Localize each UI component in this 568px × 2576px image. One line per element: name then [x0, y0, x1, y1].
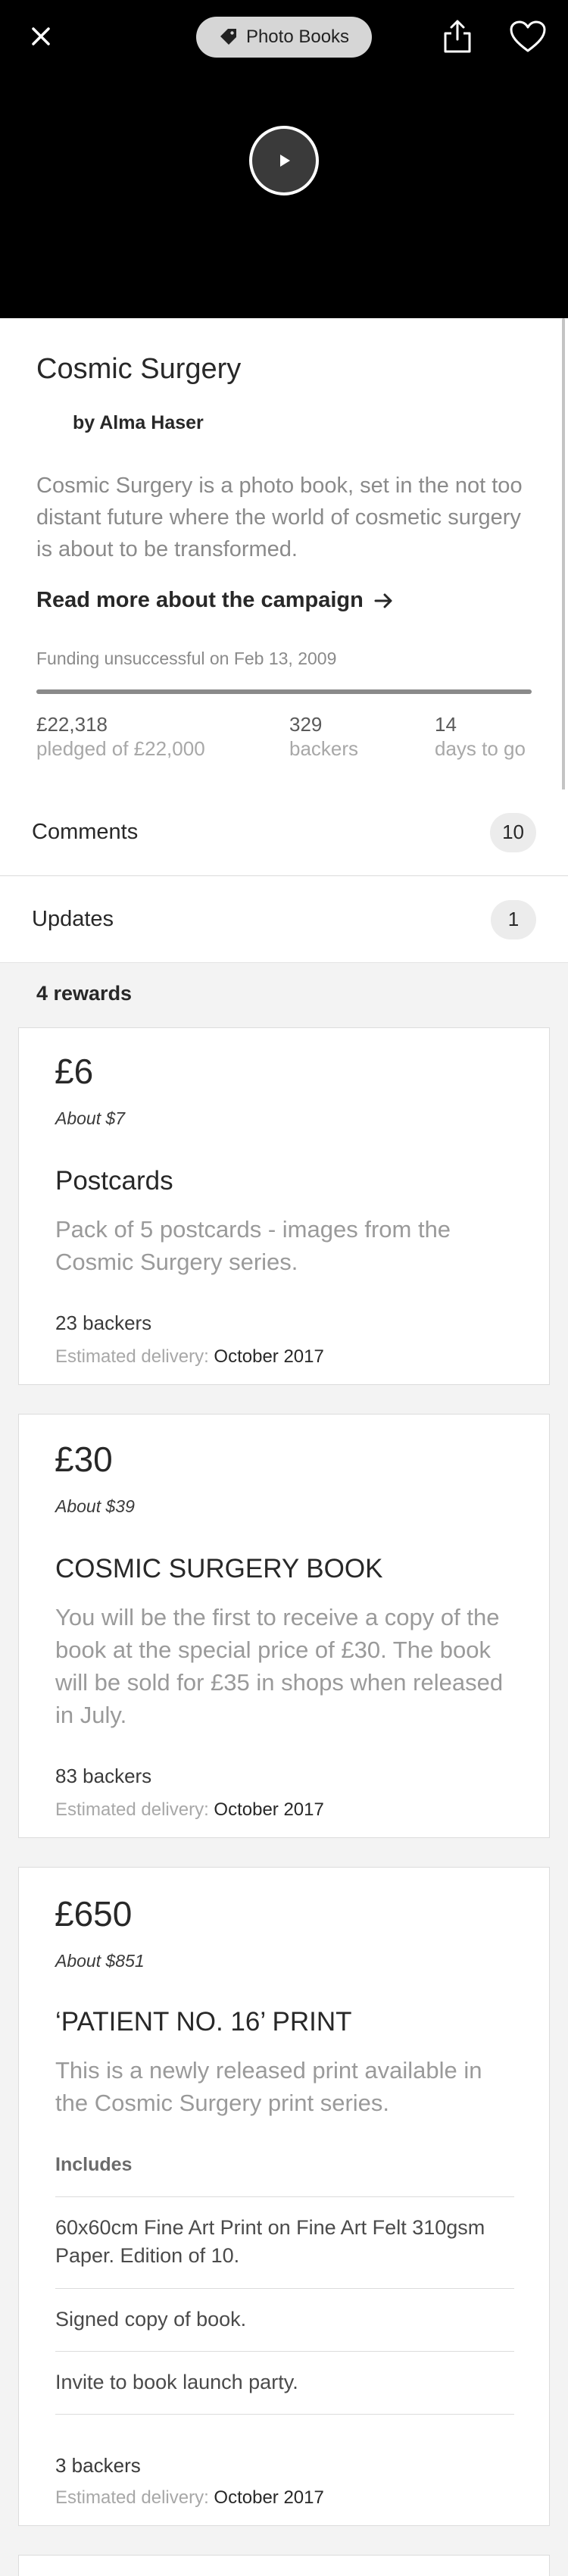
stat-days: 14 days to go	[435, 712, 526, 761]
reward-amount: £30	[55, 1440, 113, 1479]
read-more-label: Read more about the campaign	[36, 588, 364, 612]
reward-converted-amount: About $851	[55, 1951, 145, 1971]
reward-delivery: Estimated delivery: October 2017	[55, 2487, 324, 2509]
progress-fill	[36, 689, 532, 694]
funding-status: Funding unsuccessful on Feb 13, 2009	[36, 649, 337, 668]
arrow-right-icon	[374, 593, 392, 608]
reward-amount: £6	[55, 1052, 94, 1091]
scrollbar[interactable]	[562, 318, 565, 823]
updates-row[interactable]: Updates 1	[0, 877, 568, 963]
funding-progress-bar	[36, 689, 532, 694]
reward-backers: 83 backers	[55, 1765, 152, 1787]
delivery-label: Estimated delivery:	[55, 1799, 209, 1820]
campaign-blurb: Cosmic Surgery is a photo book, set in t…	[36, 474, 523, 561]
updates-count-badge: 1	[491, 899, 536, 939]
reward-card[interactable]	[18, 2555, 550, 2576]
reward-converted-amount: About $7	[55, 1108, 126, 1128]
reward-delivery: Estimated delivery: October 2017	[55, 1346, 324, 1368]
reward-backers: 3 backers	[55, 2454, 141, 2477]
close-button[interactable]	[26, 21, 56, 52]
reward-description: Pack of 5 postcards - images from the Co…	[55, 1216, 451, 1275]
reward-delivery: Estimated delivery: October 2017	[55, 1799, 324, 1821]
include-item: 60x60cm Fine Art Print on Fine Art Felt …	[55, 2196, 514, 2270]
play-button[interactable]	[249, 126, 319, 195]
heart-icon	[510, 20, 546, 52]
reward-card[interactable]: £6 About $7 Postcards Pack of 5 postcard…	[18, 1027, 550, 1385]
save-button[interactable]	[509, 20, 547, 53]
stat-label: pledged of £22,000	[36, 737, 205, 760]
reward-title: Postcards	[55, 1166, 173, 1196]
include-item: Signed copy of book.	[55, 2288, 514, 2334]
comments-row[interactable]: Comments 10	[0, 789, 568, 876]
close-icon	[32, 27, 50, 45]
includes-label: Includes	[55, 2154, 133, 2175]
divider	[55, 2414, 514, 2415]
stat-label: backers	[289, 737, 359, 760]
campaign-title: Cosmic Surgery	[36, 353, 242, 385]
reward-title: COSMIC SURGERY BOOK	[55, 1554, 383, 1583]
stat-pledged: £22,318 pledged of £22,000	[36, 712, 205, 761]
reward-description: You will be the first to receive a copy …	[55, 1604, 504, 1728]
stat-value: 329	[289, 713, 323, 736]
reward-converted-amount: About $39	[55, 1496, 135, 1516]
delivery-date: October 2017	[214, 2487, 324, 2508]
reward-card[interactable]: £650 About $851 ‘PATIENT NO. 16’ PRINT T…	[18, 1867, 550, 2526]
tag-icon	[220, 29, 236, 45]
read-more-link[interactable]: Read more about the campaign	[36, 588, 394, 613]
category-pill[interactable]: Photo Books	[196, 17, 372, 58]
delivery-date: October 2017	[214, 1346, 324, 1367]
stat-label: days to go	[435, 737, 526, 760]
reward-amount: £650	[55, 1894, 133, 1934]
rewards-count-heading: 4 rewards	[36, 982, 133, 1005]
comments-count-badge: 10	[490, 812, 536, 852]
stat-value: 14	[435, 713, 457, 736]
comments-label: Comments	[32, 820, 139, 844]
reward-backers: 23 backers	[55, 1311, 152, 1334]
reward-description: This is a newly released print available…	[55, 2057, 482, 2116]
play-icon	[280, 155, 290, 167]
updates-label: Updates	[32, 907, 114, 931]
category-label: Photo Books	[245, 27, 350, 47]
share-button[interactable]	[441, 18, 474, 55]
delivery-date: October 2017	[214, 1799, 324, 1820]
reward-title: ‘PATIENT NO. 16’ PRINT	[55, 2007, 352, 2037]
include-item: Invite to book launch party.	[55, 2351, 514, 2396]
reward-card[interactable]: £30 About $39 COSMIC SURGERY BOOK You wi…	[18, 1414, 550, 1838]
creator-name[interactable]: by Alma Haser	[73, 412, 204, 434]
share-icon	[444, 20, 471, 53]
campaign-info-card: Cosmic Surgery by Alma Haser Cosmic Surg…	[0, 318, 568, 789]
video-header: Photo Books	[0, 0, 568, 318]
delivery-label: Estimated delivery:	[55, 2487, 209, 2508]
delivery-label: Estimated delivery:	[55, 1346, 209, 1367]
stat-backers: 329 backers	[289, 712, 358, 761]
stat-value: £22,318	[36, 713, 108, 736]
